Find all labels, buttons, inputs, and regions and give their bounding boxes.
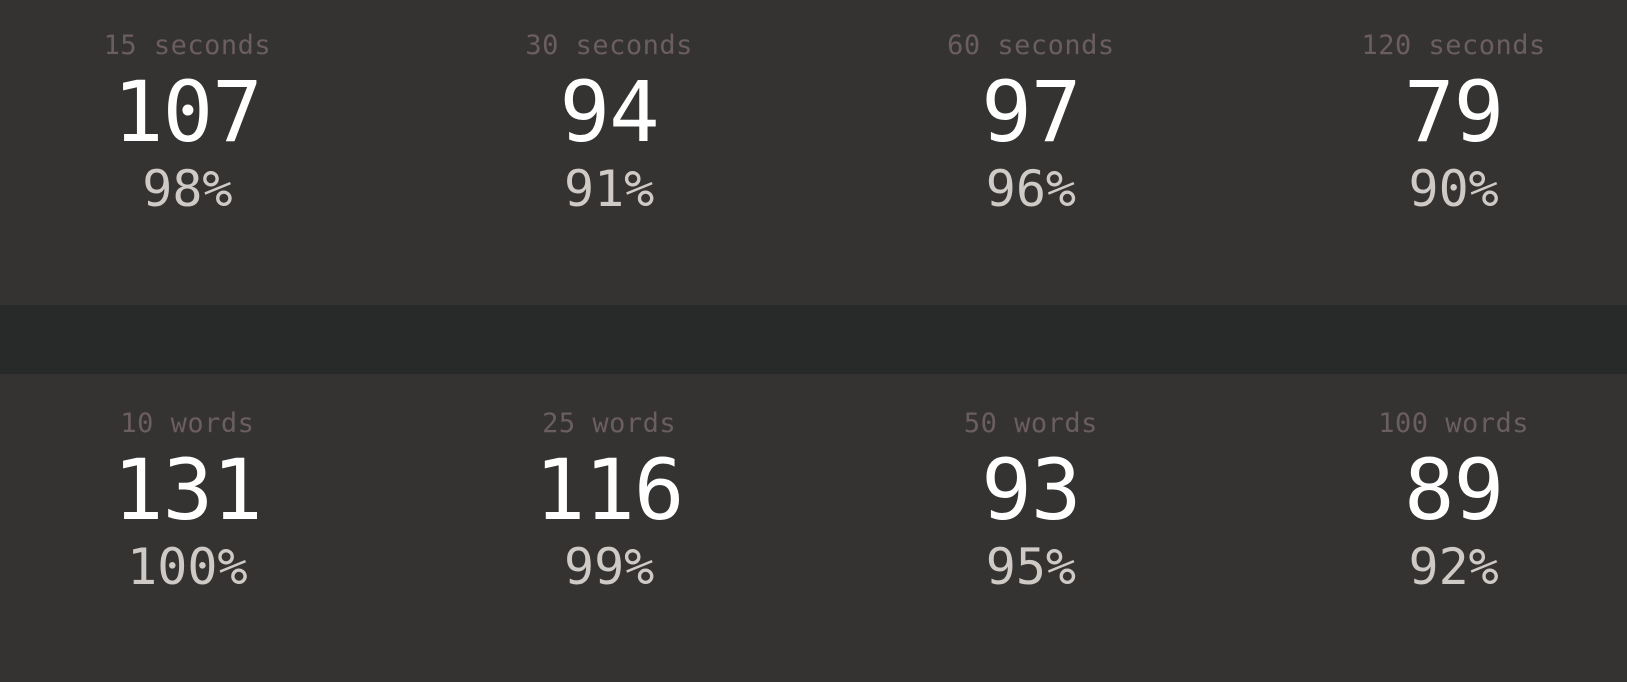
record-accuracy: 100%	[127, 538, 248, 596]
record-wpm: 79	[1404, 63, 1504, 161]
record-accuracy: 90%	[1408, 160, 1499, 218]
record-30-seconds[interactable]: 30 seconds 94 91%	[406, 26, 813, 286]
record-wpm: 89	[1404, 441, 1504, 539]
time-records-panel: 15 seconds 107 98% 30 seconds 94 91% 60 …	[0, 0, 1627, 305]
record-15-seconds[interactable]: 15 seconds 107 98%	[0, 26, 391, 286]
record-wpm: 94	[559, 63, 660, 161]
record-50-words[interactable]: 50 words 93 95%	[828, 404, 1235, 664]
record-10-words[interactable]: 10 words 131 100%	[0, 404, 391, 664]
record-wpm: 107	[113, 63, 263, 161]
record-accuracy: 96%	[985, 160, 1077, 218]
record-100-words[interactable]: 100 words 89 92%	[1250, 404, 1627, 664]
record-label: 10 words	[120, 408, 255, 439]
record-label: 50 words	[963, 408, 1098, 439]
record-accuracy: 92%	[1408, 538, 1499, 596]
record-label: 120 seconds	[1361, 30, 1546, 61]
record-label: 15 seconds	[103, 30, 272, 61]
word-records-panel: 10 words 131 100% 25 words 116 99% 50 wo…	[0, 374, 1627, 682]
time-records-grid: 15 seconds 107 98% 30 seconds 94 91% 60 …	[0, 26, 1627, 286]
record-120-seconds[interactable]: 120 seconds 79 90%	[1250, 26, 1627, 286]
record-label: 100 words	[1378, 408, 1530, 439]
record-label: 25 words	[542, 408, 677, 439]
record-accuracy: 98%	[142, 160, 233, 218]
record-label: 30 seconds	[525, 30, 693, 61]
record-wpm: 131	[113, 441, 263, 539]
record-60-seconds[interactable]: 60 seconds 97 96%	[828, 26, 1235, 286]
record-wpm: 97	[981, 63, 1081, 161]
record-wpm: 93	[981, 441, 1081, 539]
record-accuracy: 91%	[563, 160, 655, 218]
record-accuracy: 99%	[563, 538, 655, 596]
record-label: 60 seconds	[947, 30, 1115, 61]
record-accuracy: 95%	[985, 538, 1077, 596]
record-wpm: 116	[534, 441, 685, 539]
word-records-grid: 10 words 131 100% 25 words 116 99% 50 wo…	[0, 404, 1627, 664]
record-25-words[interactable]: 25 words 116 99%	[406, 404, 813, 664]
